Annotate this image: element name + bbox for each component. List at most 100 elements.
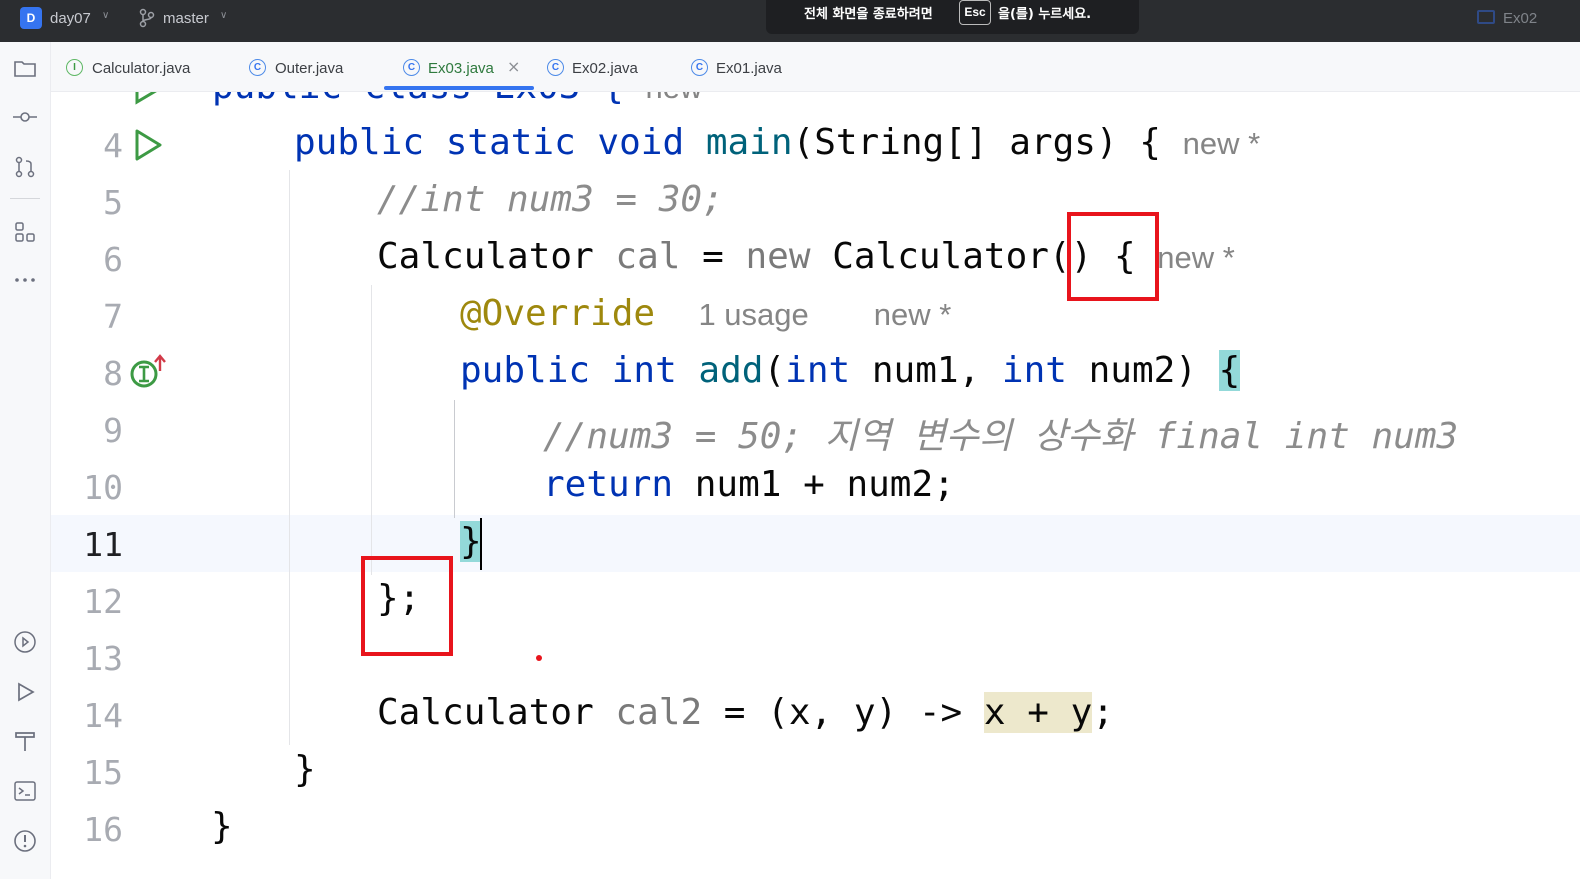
code-line-14: Calculator cal2 = (x, y) -> x + y;: [377, 692, 1114, 733]
pull-requests-icon[interactable]: [12, 154, 38, 180]
fullscreen-banner-text-suffix: 을(를) 누르세요.: [998, 7, 1092, 22]
chevron-down-icon[interactable]: ∨: [220, 10, 227, 21]
class-run-icon: C: [547, 59, 564, 76]
project-folder-icon[interactable]: [12, 55, 38, 81]
tab-calculator-java[interactable]: I Calculator.java: [66, 42, 236, 92]
class-run-icon: C: [403, 59, 420, 76]
code-line-9: //num3 = 50; 지역 변수의 상수화 final int num3: [543, 416, 1459, 457]
run-config-selector[interactable]: Ex02: [1503, 10, 1537, 27]
matched-brace: {: [1218, 350, 1241, 391]
tab-ex01-java[interactable]: C Ex01.java: [691, 42, 821, 92]
terminal-icon[interactable]: [12, 778, 38, 804]
code-text: num1 + num2;: [673, 464, 955, 505]
code-line-15: }: [294, 749, 316, 790]
indent-guide: [454, 400, 455, 518]
line-number: 14: [83, 696, 123, 735]
type-name: Calculator: [377, 692, 616, 733]
indent-guide: [371, 285, 372, 575]
line-number: 9: [103, 411, 123, 450]
interface-icon: I: [66, 59, 83, 76]
run-main-gutter-icon[interactable]: [131, 127, 165, 163]
annotation-dot: [536, 655, 542, 661]
commit-icon[interactable]: [12, 104, 38, 130]
method-name: main: [705, 122, 793, 163]
matched-brace: }: [460, 521, 482, 562]
tab-ex02-java[interactable]: C Ex02.java: [547, 42, 677, 92]
line-number: 7: [103, 297, 123, 336]
code-line-16: }: [211, 806, 233, 847]
git-branch-icon[interactable]: [138, 7, 156, 29]
code-text: num2): [1066, 350, 1219, 391]
code-line-8: public int add(int num1, int num2) {: [460, 350, 1241, 391]
esc-key-hint: Esc: [959, 0, 991, 25]
line-number: 8: [103, 354, 123, 393]
inlay-hint: new *: [1182, 126, 1261, 161]
code-line-7: @Override 1 usage new *: [460, 293, 951, 334]
line-number: 5: [103, 183, 123, 222]
code-line-5: //int num3 = 30;: [377, 179, 724, 220]
line-number-current: 11: [83, 525, 123, 564]
tab-ex03-java[interactable]: C Ex03.java ×: [403, 42, 533, 92]
branch-selector[interactable]: master: [163, 10, 209, 27]
fullscreen-exit-banner: 전체 화면을 종료하려면 Esc 을(를) 누르세요.: [766, 0, 1139, 34]
line-number: 15: [83, 753, 123, 792]
indent-guide: [289, 170, 290, 745]
lambda-body-highlight: x + y: [983, 692, 1093, 733]
tab-label: Ex01.java: [716, 60, 782, 77]
tab-label: Outer.java: [275, 60, 344, 77]
keyword: public int: [460, 350, 699, 391]
line-3-clipped: public class Ex03 { new: [51, 92, 1580, 108]
inlay-hint: new: [646, 92, 703, 105]
tab-label: Calculator.java: [92, 60, 191, 77]
toolstrip-divider: [10, 198, 40, 199]
current-line-highlight: [51, 515, 1580, 572]
run-config-icon[interactable]: [1477, 10, 1495, 24]
line-number: 12: [83, 582, 123, 621]
line-number: 4: [103, 126, 123, 165]
tab-label: Ex02.java: [572, 60, 638, 77]
code-text: (: [763, 350, 786, 391]
build-hammer-icon[interactable]: [12, 728, 38, 754]
close-icon[interactable]: ×: [507, 57, 520, 76]
code-text: num1,: [850, 350, 1002, 391]
run-gutter-icon[interactable]: [131, 92, 165, 106]
annotation: @Override: [460, 293, 656, 334]
implements-method-icon[interactable]: [127, 354, 169, 390]
variable: cal2: [615, 692, 703, 733]
fullscreen-banner-text: 전체 화면을 종료하려면: [804, 7, 933, 22]
code-text: = (x, y) ->: [702, 692, 984, 733]
structure-icon[interactable]: [12, 219, 38, 245]
active-tab-indicator: [384, 86, 534, 90]
run-icon[interactable]: [12, 679, 38, 705]
keyword: new: [745, 236, 811, 277]
keyword: int: [785, 350, 851, 391]
code-line-4: public static void main(String[] args) {…: [294, 122, 1260, 163]
project-selector[interactable]: day07: [50, 10, 91, 27]
line-number: 16: [83, 810, 123, 849]
usage-hint: 1 usage: [698, 297, 809, 332]
tab-label: Ex03.java: [428, 60, 494, 77]
problems-icon[interactable]: [12, 828, 38, 854]
operator: =: [680, 236, 746, 277]
code-line-3: public class Ex03 { new: [212, 92, 702, 107]
editor-tabs: I Calculator.java C Outer.java C Ex03.ja…: [51, 42, 1580, 92]
code-text: public class Ex03 {: [212, 92, 624, 107]
text-caret: [480, 518, 482, 570]
project-badge[interactable]: D: [20, 7, 42, 29]
line-number: 13: [83, 639, 123, 678]
line-number: 6: [103, 240, 123, 279]
type-name: Calculator: [377, 236, 616, 277]
tab-outer-java[interactable]: C Outer.java: [249, 42, 389, 92]
code-line-10: return num1 + num2;: [543, 464, 955, 505]
chevron-down-icon[interactable]: ∨: [102, 10, 109, 21]
keyword: int: [1001, 350, 1067, 391]
services-icon[interactable]: [12, 629, 38, 655]
variable: cal: [615, 236, 681, 277]
annotation-box-open-brace: [1067, 212, 1159, 301]
class-run-icon: C: [691, 59, 708, 76]
keyword: return: [543, 464, 674, 505]
annotation-box-close-brace: [361, 556, 453, 656]
inlay-hint: new *: [1157, 240, 1235, 275]
more-tools-icon[interactable]: [12, 267, 38, 293]
class-icon: C: [249, 59, 266, 76]
